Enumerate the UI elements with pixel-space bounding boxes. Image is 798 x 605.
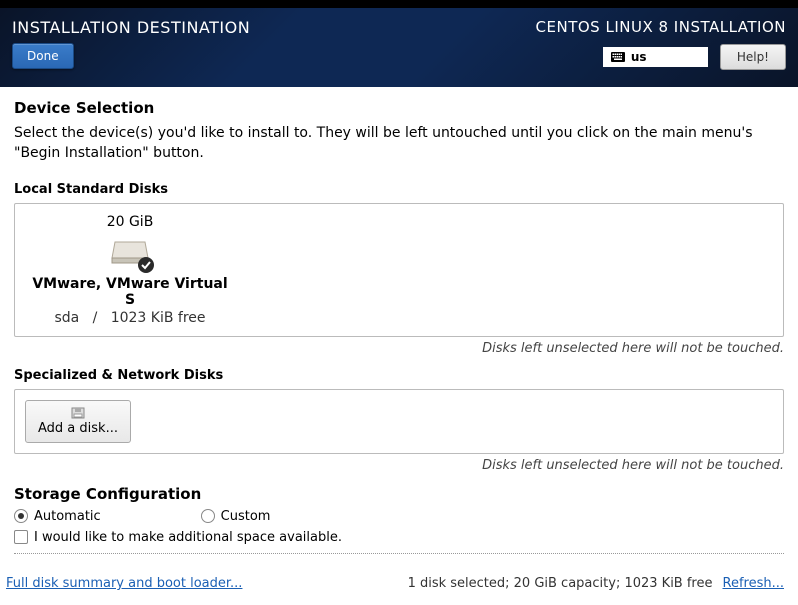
disk-summary-text: 1 disk selected; 20 GiB capacity; 1023 K… bbox=[408, 576, 713, 591]
installer-title: CENTOS LINUX 8 INSTALLATION bbox=[536, 18, 786, 36]
disk-add-icon bbox=[71, 407, 85, 419]
local-disks-label: Local Standard Disks bbox=[14, 182, 784, 197]
radio-automatic[interactable]: Automatic bbox=[14, 509, 101, 524]
radio-custom[interactable]: Custom bbox=[201, 509, 271, 524]
refresh-link[interactable]: Refresh... bbox=[723, 576, 785, 591]
add-disk-label: Add a disk... bbox=[38, 421, 118, 436]
dotted-separator bbox=[14, 553, 784, 554]
radio-automatic-label: Automatic bbox=[34, 509, 101, 524]
keyboard-layout-selector[interactable]: us bbox=[603, 47, 708, 67]
local-disks-hint: Disks left unselected here will not be t… bbox=[14, 341, 784, 356]
help-button[interactable]: Help! bbox=[720, 44, 786, 70]
page-title: INSTALLATION DESTINATION bbox=[12, 18, 250, 37]
local-disks-panel: 20 GiB VMware, VMware Virtual S sda / 10… bbox=[14, 203, 784, 337]
checkbox-icon bbox=[14, 530, 28, 544]
keyboard-layout-label: us bbox=[631, 50, 647, 64]
checkbox-additional-space[interactable]: I would like to make additional space av… bbox=[14, 530, 784, 545]
radio-custom-label: Custom bbox=[221, 509, 271, 524]
full-disk-summary-link[interactable]: Full disk summary and boot loader... bbox=[6, 576, 242, 591]
checkbox-additional-space-label: I would like to make additional space av… bbox=[34, 530, 342, 545]
disk-name: VMware, VMware Virtual S bbox=[25, 276, 235, 308]
keyboard-icon bbox=[611, 52, 625, 62]
network-disks-label: Specialized & Network Disks bbox=[14, 368, 784, 383]
disk-size: 20 GiB bbox=[107, 214, 154, 230]
disk-meta: sda / 1023 KiB free bbox=[54, 310, 205, 326]
radio-icon bbox=[14, 509, 28, 523]
device-selection-title: Device Selection bbox=[14, 99, 784, 117]
selected-check-icon bbox=[137, 256, 155, 274]
radio-icon bbox=[201, 509, 215, 523]
footer-bar: Full disk summary and boot loader... 1 d… bbox=[0, 566, 798, 605]
network-disks-panel: Add a disk... bbox=[14, 389, 784, 454]
network-disks-hint: Disks left unselected here will not be t… bbox=[14, 458, 784, 473]
device-selection-description: Select the device(s) you'd like to insta… bbox=[14, 123, 784, 164]
storage-config-title: Storage Configuration bbox=[14, 485, 784, 503]
disk-item[interactable]: 20 GiB VMware, VMware Virtual S sda / 10… bbox=[25, 214, 235, 326]
done-button[interactable]: Done bbox=[12, 43, 74, 69]
header-bar: INSTALLATION DESTINATION Done CENTOS LIN… bbox=[0, 8, 798, 87]
add-disk-button[interactable]: Add a disk... bbox=[25, 400, 131, 443]
content-area: Device Selection Select the device(s) yo… bbox=[0, 87, 798, 566]
